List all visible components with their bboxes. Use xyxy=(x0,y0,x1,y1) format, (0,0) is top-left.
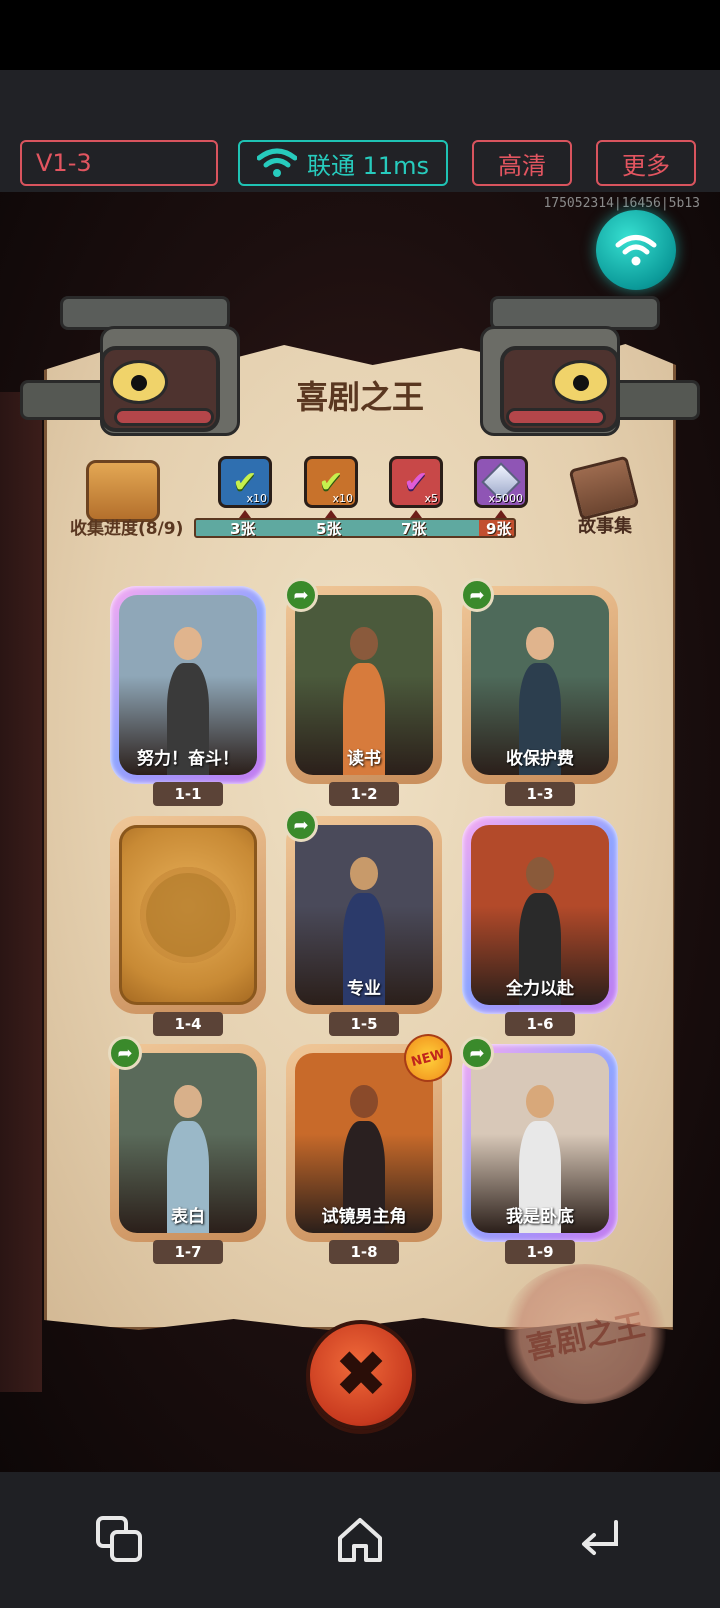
card-artwork: 表白 xyxy=(119,1053,257,1233)
recent-apps-icon[interactable] xyxy=(94,1514,146,1566)
reward-qty: x10 xyxy=(246,492,267,505)
card-1-4[interactable] xyxy=(110,816,266,1014)
wifi-icon xyxy=(615,235,657,266)
share-icon[interactable]: ➦ xyxy=(284,578,318,612)
progress-marker xyxy=(239,510,251,518)
share-icon[interactable]: ➦ xyxy=(108,1036,142,1070)
character-head xyxy=(174,627,202,660)
share-icon[interactable]: ➦ xyxy=(460,1036,494,1070)
progress-threshold: 7张 xyxy=(401,520,427,538)
progress-threshold: 5张 xyxy=(316,520,342,538)
network-label: 联通 11ms xyxy=(306,151,430,180)
card-title: 收保护费 xyxy=(506,749,574,769)
card-1-5[interactable]: 专业 ➦ xyxy=(284,808,442,1014)
card-number: 1-1 xyxy=(153,782,223,806)
progress-threshold: 3张 xyxy=(230,520,256,538)
wax-seal: 喜剧之王 xyxy=(502,1264,668,1404)
locked-card-placeholder xyxy=(119,825,257,1005)
card-artwork: 我是卧底 xyxy=(471,1053,609,1233)
progress-threshold: 9张 xyxy=(486,520,512,538)
card-1-2[interactable]: 读书 ➦ xyxy=(284,578,442,784)
close-button[interactable]: ✖ xyxy=(306,1320,416,1430)
card-1-3[interactable]: 收保护费 ➦ xyxy=(460,578,618,784)
card-title: 全力以赴 xyxy=(506,979,574,999)
card-title: 读书 xyxy=(347,749,381,769)
card-title: 努力！奋斗！ xyxy=(137,749,239,769)
card-title: 我是卧底 xyxy=(506,1207,574,1227)
card-artwork: 努力！奋斗！ xyxy=(119,595,257,775)
card-artwork: 全力以赴 xyxy=(471,825,609,1005)
character-head xyxy=(350,1085,378,1118)
collection-progress-label: 收集进度(8/9) xyxy=(70,519,184,539)
card-1-1[interactable]: 努力！奋斗！ xyxy=(110,586,266,784)
share-icon[interactable]: ➦ xyxy=(284,808,318,842)
close-icon: ✖ xyxy=(334,1338,388,1412)
version-label: V1-3 xyxy=(36,149,92,177)
progress-marker xyxy=(410,510,422,518)
quality-label: 高清 xyxy=(498,151,546,180)
card-number: 1-7 xyxy=(153,1240,223,1264)
network-float-button[interactable] xyxy=(596,210,676,290)
back-icon[interactable] xyxy=(574,1514,626,1566)
card-title: 表白 xyxy=(171,1207,205,1227)
character-head xyxy=(526,1085,554,1118)
progress-marker xyxy=(495,510,507,518)
reward-qty: x5 xyxy=(424,492,438,505)
card-number: 1-9 xyxy=(505,1240,575,1264)
share-icon[interactable]: ➦ xyxy=(460,578,494,612)
status-bar-area xyxy=(0,0,720,70)
card-number: 1-4 xyxy=(153,1012,223,1036)
reward-3[interactable]: ✔ x5 xyxy=(389,456,443,508)
story-collection-label[interactable]: 故事集 xyxy=(578,512,632,538)
card-number: 1-6 xyxy=(505,1012,575,1036)
silhouette-icon xyxy=(140,867,236,963)
character-head xyxy=(526,857,554,890)
quality-button[interactable]: 高清 xyxy=(472,140,572,186)
wifi-icon xyxy=(256,148,297,177)
card-title: 试镜男主角 xyxy=(321,1207,407,1227)
card-1-6[interactable]: 全力以赴 xyxy=(462,816,618,1014)
card-artwork: 收保护费 xyxy=(471,595,609,775)
reward-4[interactable]: x5000 xyxy=(474,456,528,508)
card-artwork: 专业 xyxy=(295,825,433,1005)
reward-qty: x10 xyxy=(332,492,353,505)
game-viewport[interactable]: 175052314|16456|5b13 喜剧之王 喜剧之王 收集进度(8/9)… xyxy=(0,192,720,1472)
home-icon[interactable] xyxy=(334,1514,386,1566)
character-head xyxy=(350,627,378,660)
background-wall xyxy=(0,392,42,1392)
card-number: 1-8 xyxy=(329,1240,399,1264)
progress-marker xyxy=(325,510,337,518)
card-number: 1-2 xyxy=(329,782,399,806)
seal-text: 喜剧之王 xyxy=(523,1307,649,1368)
network-status-button[interactable]: 联通 11ms xyxy=(238,140,448,186)
more-button[interactable]: 更多 xyxy=(596,140,696,186)
character-head xyxy=(526,627,554,660)
system-nav-bar xyxy=(0,1472,720,1608)
card-title: 专业 xyxy=(347,979,381,999)
card-1-9[interactable]: 我是卧底 ➦ xyxy=(460,1036,618,1242)
card-number: 1-3 xyxy=(505,782,575,806)
character-head xyxy=(350,857,378,890)
album-title: 喜剧之王 xyxy=(295,378,424,416)
card-number: 1-5 xyxy=(329,1012,399,1036)
card-1-8[interactable]: 试镜男主角 NEW xyxy=(286,1028,458,1242)
character-head xyxy=(174,1085,202,1118)
collection-box-icon[interactable] xyxy=(86,460,160,522)
version-button[interactable]: V1-3 xyxy=(20,140,218,186)
reward-2[interactable]: ✔ x10 xyxy=(304,456,358,508)
card-1-7[interactable]: 表白 ➦ xyxy=(108,1036,266,1242)
card-artwork: 试镜男主角 xyxy=(295,1053,433,1233)
card-artwork: 读书 xyxy=(295,595,433,775)
more-label: 更多 xyxy=(622,151,670,180)
reward-1[interactable]: ✔ x10 xyxy=(218,456,272,508)
session-id: 175052314|16456|5b13 xyxy=(543,196,700,211)
reward-qty: x5000 xyxy=(488,492,523,505)
